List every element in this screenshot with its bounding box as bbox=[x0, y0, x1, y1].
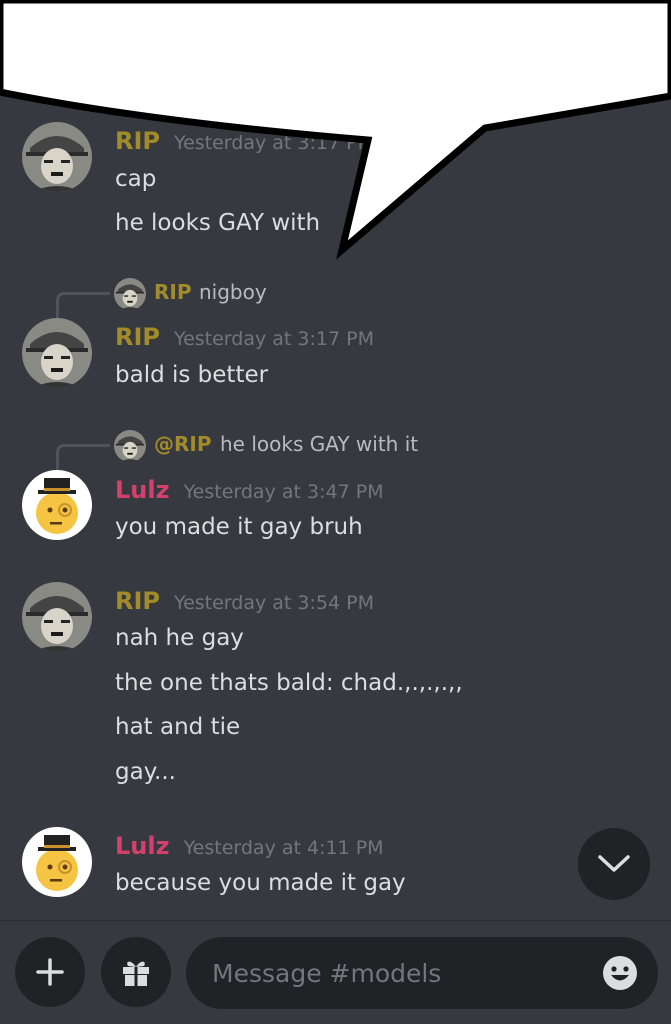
message-composer: Message #models bbox=[0, 920, 671, 1024]
message-timestamp: Yesterday at 4:11 PM bbox=[183, 837, 384, 859]
avatar[interactable] bbox=[22, 582, 92, 652]
reply-spine bbox=[56, 292, 110, 318]
message-timestamp: Yesterday at 3:17 PM bbox=[174, 132, 374, 154]
gift-icon bbox=[123, 961, 149, 986]
avatar[interactable] bbox=[22, 122, 92, 192]
message-author[interactable]: Lulz Yesterday at 3:47 PM bbox=[115, 476, 384, 504]
message-input[interactable]: Message #models bbox=[186, 937, 658, 1009]
reply-avatar bbox=[114, 278, 146, 310]
chevron-down-icon bbox=[598, 855, 630, 872]
message-list[interactable]: RIP Yesterday at 3:17 PM cap he looks GAY… bbox=[0, 0, 671, 920]
message-text: gay... bbox=[115, 759, 176, 785]
message-text: nah he gay bbox=[115, 625, 244, 651]
gift-button[interactable] bbox=[101, 937, 171, 1007]
message-text: the one thats bald: chad.,.,.,.,, bbox=[115, 670, 463, 696]
plus-icon bbox=[36, 958, 64, 986]
reply-author: RIP bbox=[154, 280, 192, 304]
message-author[interactable]: RIP Yesterday at 3:54 PM bbox=[115, 587, 374, 615]
add-attachment-button[interactable] bbox=[15, 937, 85, 1007]
message-author[interactable]: RIP Yesterday at 3:17 PM bbox=[115, 127, 374, 155]
reply-text: he looks GAY with it bbox=[220, 432, 419, 456]
message-text: because you made it gay bbox=[115, 870, 406, 896]
message-text: hat and tie bbox=[115, 714, 241, 740]
message-text: bald is better bbox=[115, 362, 269, 388]
avatar[interactable] bbox=[22, 318, 92, 388]
reply-spine bbox=[56, 444, 110, 470]
reply-author: @RIP bbox=[154, 432, 212, 456]
message-input-placeholder: Message #models bbox=[212, 958, 442, 988]
avatar[interactable] bbox=[22, 470, 92, 540]
reply-avatar bbox=[114, 430, 146, 462]
message-timestamp: Yesterday at 3:54 PM bbox=[174, 592, 374, 614]
message-text: he looks GAY with bbox=[115, 210, 321, 236]
message-text: cap bbox=[115, 166, 157, 192]
smile-icon[interactable] bbox=[600, 953, 640, 993]
message-text: you made it gay bruh bbox=[115, 514, 363, 540]
message-author[interactable]: Lulz Yesterday at 4:11 PM bbox=[115, 832, 384, 860]
scroll-to-bottom-button[interactable] bbox=[578, 828, 650, 900]
message-timestamp: Yesterday at 3:17 PM bbox=[174, 328, 374, 350]
message-author[interactable]: RIP Yesterday at 3:17 PM bbox=[115, 323, 374, 351]
message-timestamp: Yesterday at 3:47 PM bbox=[183, 481, 384, 503]
avatar[interactable] bbox=[22, 827, 92, 897]
reply-text: nigboy bbox=[199, 280, 267, 304]
